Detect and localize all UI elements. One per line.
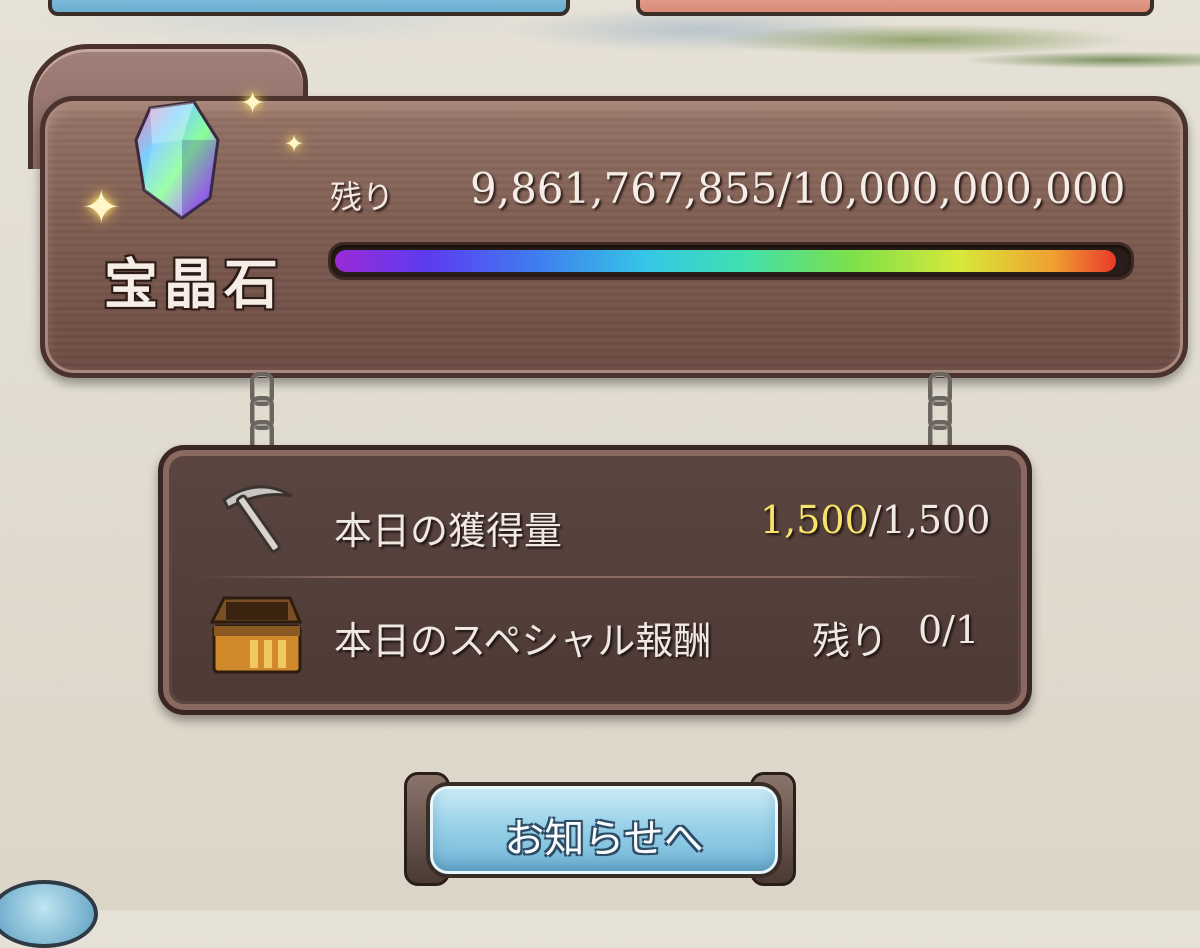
sparkle-icon: ✦ [82, 180, 121, 234]
daily-acquired-label: 本日の獲得量 [334, 509, 563, 553]
pickaxe-icon [222, 485, 293, 553]
special-reward-remaining-label: 残り [812, 619, 889, 663]
remaining-value: 9,861,767,855/10,000,000,000 [470, 164, 1126, 213]
row-divider [196, 576, 986, 578]
gem-name: 宝晶石 [104, 253, 284, 316]
remaining-progress-bar [328, 242, 1134, 280]
top-left-button[interactable] [48, 0, 570, 16]
sparkle-icon: ✦ [240, 86, 266, 121]
chain-left [248, 372, 274, 454]
notice-button[interactable]: お知らせへ [404, 770, 796, 886]
top-right-button[interactable] [636, 0, 1154, 16]
progress-fill [335, 250, 1116, 272]
notice-button-label[interactable]: お知らせへ [430, 806, 778, 864]
special-reward-label: 本日のスペシャル報酬 [334, 619, 712, 663]
daily-acquired-value: 1,500/1,500 [760, 498, 990, 542]
special-reward-value: 0/1 [918, 608, 980, 652]
remaining-label: 残り [330, 178, 395, 216]
notice-button-body[interactable]: お知らせへ [426, 782, 782, 878]
treasure-chest-icon [209, 596, 303, 674]
corner-menu-orb[interactable] [0, 880, 98, 948]
daily-acquired-current: 1,500 [760, 498, 869, 542]
sparkle-icon: ✦ [284, 130, 305, 158]
daily-acquired-total: /1,500 [868, 498, 991, 542]
chain-right [926, 372, 952, 454]
crystal-icon [134, 100, 220, 220]
